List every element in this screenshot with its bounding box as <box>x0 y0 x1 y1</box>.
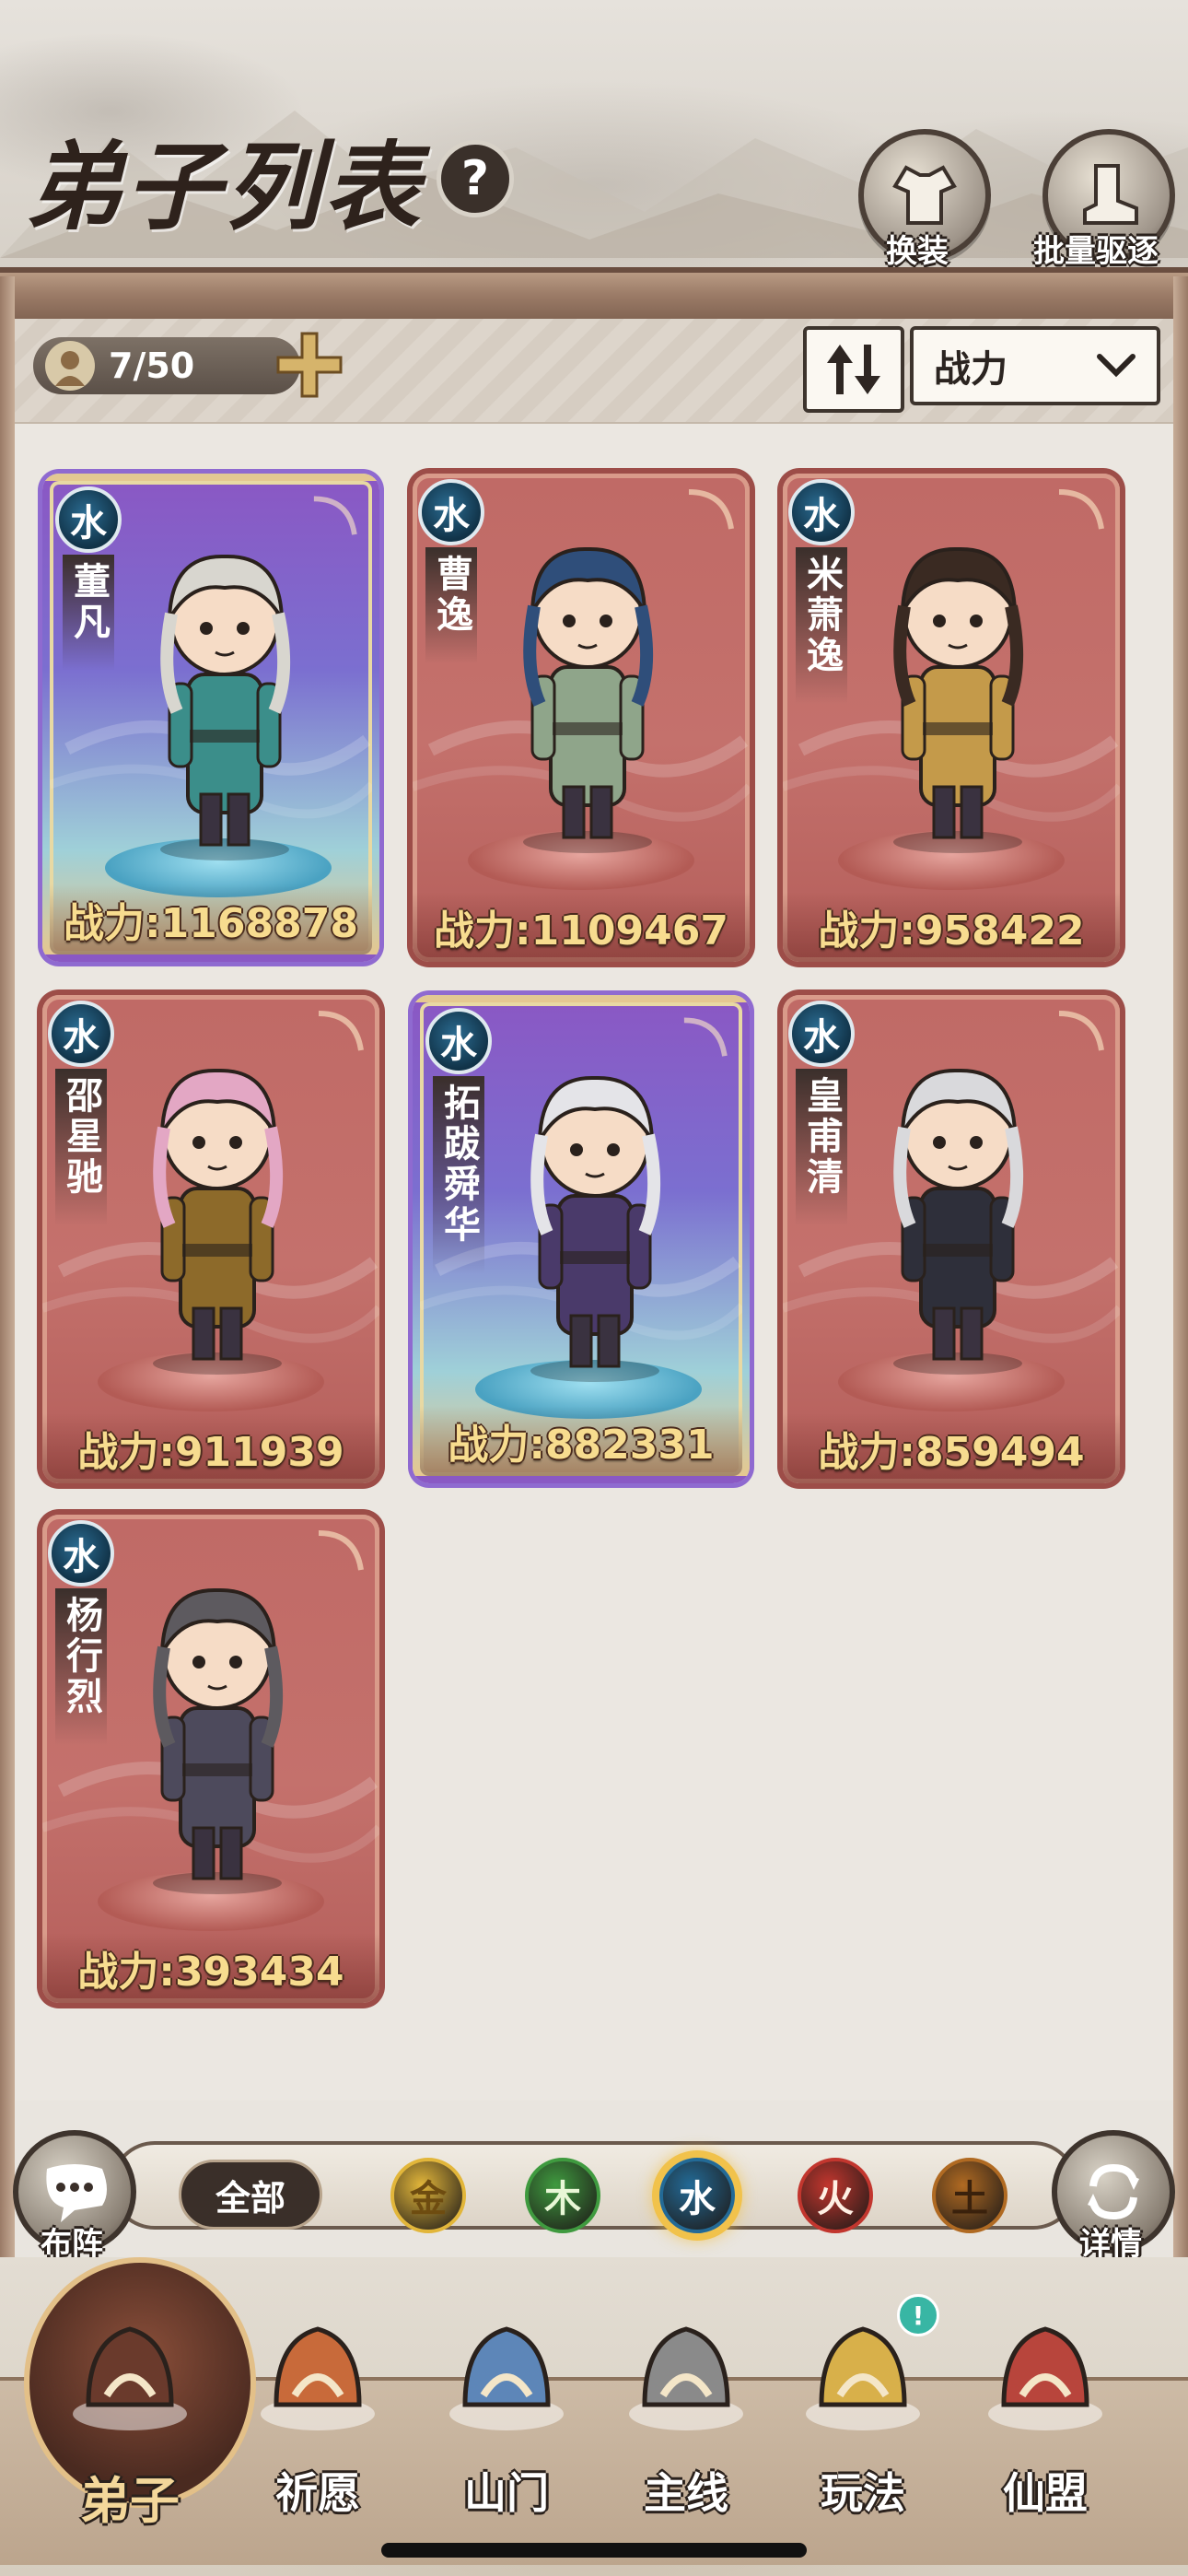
frame-right <box>1173 276 1188 2285</box>
nav-mountain-sword[interactable]: 主线 <box>599 2276 774 2543</box>
outfit-label: 换装 <box>886 233 949 270</box>
sort-arrows-icon <box>827 345 880 394</box>
nav-map[interactable]: ! 玩法 <box>775 2276 950 2543</box>
disciple-portrait <box>893 546 1024 853</box>
nav-gate[interactable]: 山门 <box>419 2276 594 2543</box>
title-group: 弟子列表 ? <box>26 109 515 248</box>
element-badge: 水 <box>425 1008 492 1074</box>
nav-alliance-banner[interactable]: 仙盟 <box>958 2276 1133 2543</box>
disciple-portrait <box>893 1068 1024 1375</box>
disciple-list: 水 董凡 战力:1168878 水 曹逸 战力:1109467 水 米萧逸 战力… <box>15 424 1173 2101</box>
disciple-name: 皇甫清 <box>796 1069 847 1225</box>
help-button[interactable]: ? <box>437 139 515 217</box>
disciple-portrait <box>153 1587 284 1894</box>
disciple-card[interactable]: 水 拓跋舜华 战力:882331 <box>413 995 750 1483</box>
power-value: 战力:882331 <box>420 1406 742 1476</box>
disciple-portrait <box>153 1068 284 1375</box>
scroll-icon <box>261 2326 375 2430</box>
chat-bubble-icon <box>46 2164 107 2222</box>
element-badge: 水 <box>48 1520 114 1587</box>
power-value: 战力:911939 <box>42 1413 379 1483</box>
element-filter-bar: 布阵 全部 金木水火土 详情 <box>0 2115 1188 2263</box>
disciple-portrait <box>160 554 291 861</box>
disciple-card[interactable]: 水 皇甫清 战力:859494 <box>783 995 1120 1483</box>
power-value: 战力:1109467 <box>413 892 750 962</box>
disciple-name: 邵星驰 <box>55 1069 107 1225</box>
filter-element-0[interactable]: 金 <box>390 2158 466 2233</box>
person-icon <box>45 341 95 391</box>
disciple-card[interactable]: 水 邵星驰 战力:911939 <box>42 995 379 1483</box>
disciple-portrait <box>530 1075 661 1382</box>
sort-dropdown-value: 战力 <box>934 348 1007 391</box>
disciple-card[interactable]: 水 米萧逸 战力:958422 <box>783 474 1120 962</box>
element-badge: 水 <box>788 479 855 545</box>
home-indicator[interactable] <box>381 2543 807 2558</box>
power-value: 战力:958422 <box>783 892 1120 962</box>
filter-element-1[interactable]: 木 <box>525 2158 600 2233</box>
alliance-banner-icon <box>988 2326 1102 2430</box>
batch-dismiss-label: 批量驱逐 <box>1033 233 1159 270</box>
nav-disciple[interactable]: 弟子 <box>24 2257 256 2543</box>
nav-label: 主线 <box>644 2468 728 2518</box>
header: 弟子列表 ? 换装 批量驱逐 <box>0 0 1188 276</box>
outfit-icon <box>892 165 957 225</box>
disciple-name: 米萧逸 <box>796 547 847 704</box>
nav-label: 仙盟 <box>1003 2468 1088 2518</box>
chevron-down-icon <box>1097 354 1136 378</box>
notification-badge: ! <box>897 2294 939 2336</box>
filter-element-2[interactable]: 水 <box>659 2158 735 2233</box>
sort-order-button[interactable] <box>803 326 904 413</box>
nav-scroll[interactable]: 祈愿 <box>230 2276 405 2543</box>
nav-label: 弟子 <box>80 2471 180 2530</box>
refresh-icon <box>1088 2163 1139 2220</box>
nav-label: 祈愿 <box>275 2468 360 2518</box>
disciple-name: 杨行烈 <box>55 1588 107 1745</box>
disciple-portrait <box>523 546 654 853</box>
nav-label: 山门 <box>464 2468 549 2518</box>
disciple-card[interactable]: 水 董凡 战力:1168878 <box>42 474 379 962</box>
sort-bar: 7/50 战力 <box>15 319 1173 425</box>
filter-all[interactable]: 全部 <box>179 2160 322 2230</box>
count-text: 7/50 <box>109 345 195 386</box>
filter-element-4[interactable]: 土 <box>932 2158 1007 2233</box>
add-capacity-button[interactable] <box>274 330 344 400</box>
element-badge: 水 <box>418 479 484 545</box>
power-value: 战力:393434 <box>42 1933 379 2003</box>
element-badge: 水 <box>788 1001 855 1067</box>
power-value: 战力:1168878 <box>50 884 372 954</box>
disciple-card[interactable]: 水 杨行烈 战力:393434 <box>42 1515 379 2003</box>
filter-element-3[interactable]: 火 <box>798 2158 873 2233</box>
mountain-sword-icon <box>629 2326 743 2430</box>
frame-left <box>0 276 15 2285</box>
page-title: 弟子列表 <box>26 130 425 243</box>
gate-icon <box>449 2326 564 2430</box>
boot-icon <box>1083 164 1138 225</box>
sort-dropdown[interactable]: 战力 <box>910 326 1160 405</box>
nav-label: 玩法 <box>821 2468 905 2518</box>
disciple-card[interactable]: 水 曹逸 战力:1109467 <box>413 474 750 962</box>
bottom-navigation: 弟子 祈愿 山门 主线 ! 玩法 仙盟 <box>0 2257 1188 2576</box>
disciple-name: 曹逸 <box>425 547 477 663</box>
disciple-name: 拓跋舜华 <box>433 1076 484 1273</box>
element-badge: 水 <box>48 1001 114 1067</box>
element-badge: 水 <box>55 486 122 553</box>
disciple-count: 7/50 <box>33 332 343 398</box>
disciple-icon <box>73 2326 187 2430</box>
power-value: 战力:859494 <box>783 1413 1120 1483</box>
disciple-name: 董凡 <box>63 555 114 671</box>
